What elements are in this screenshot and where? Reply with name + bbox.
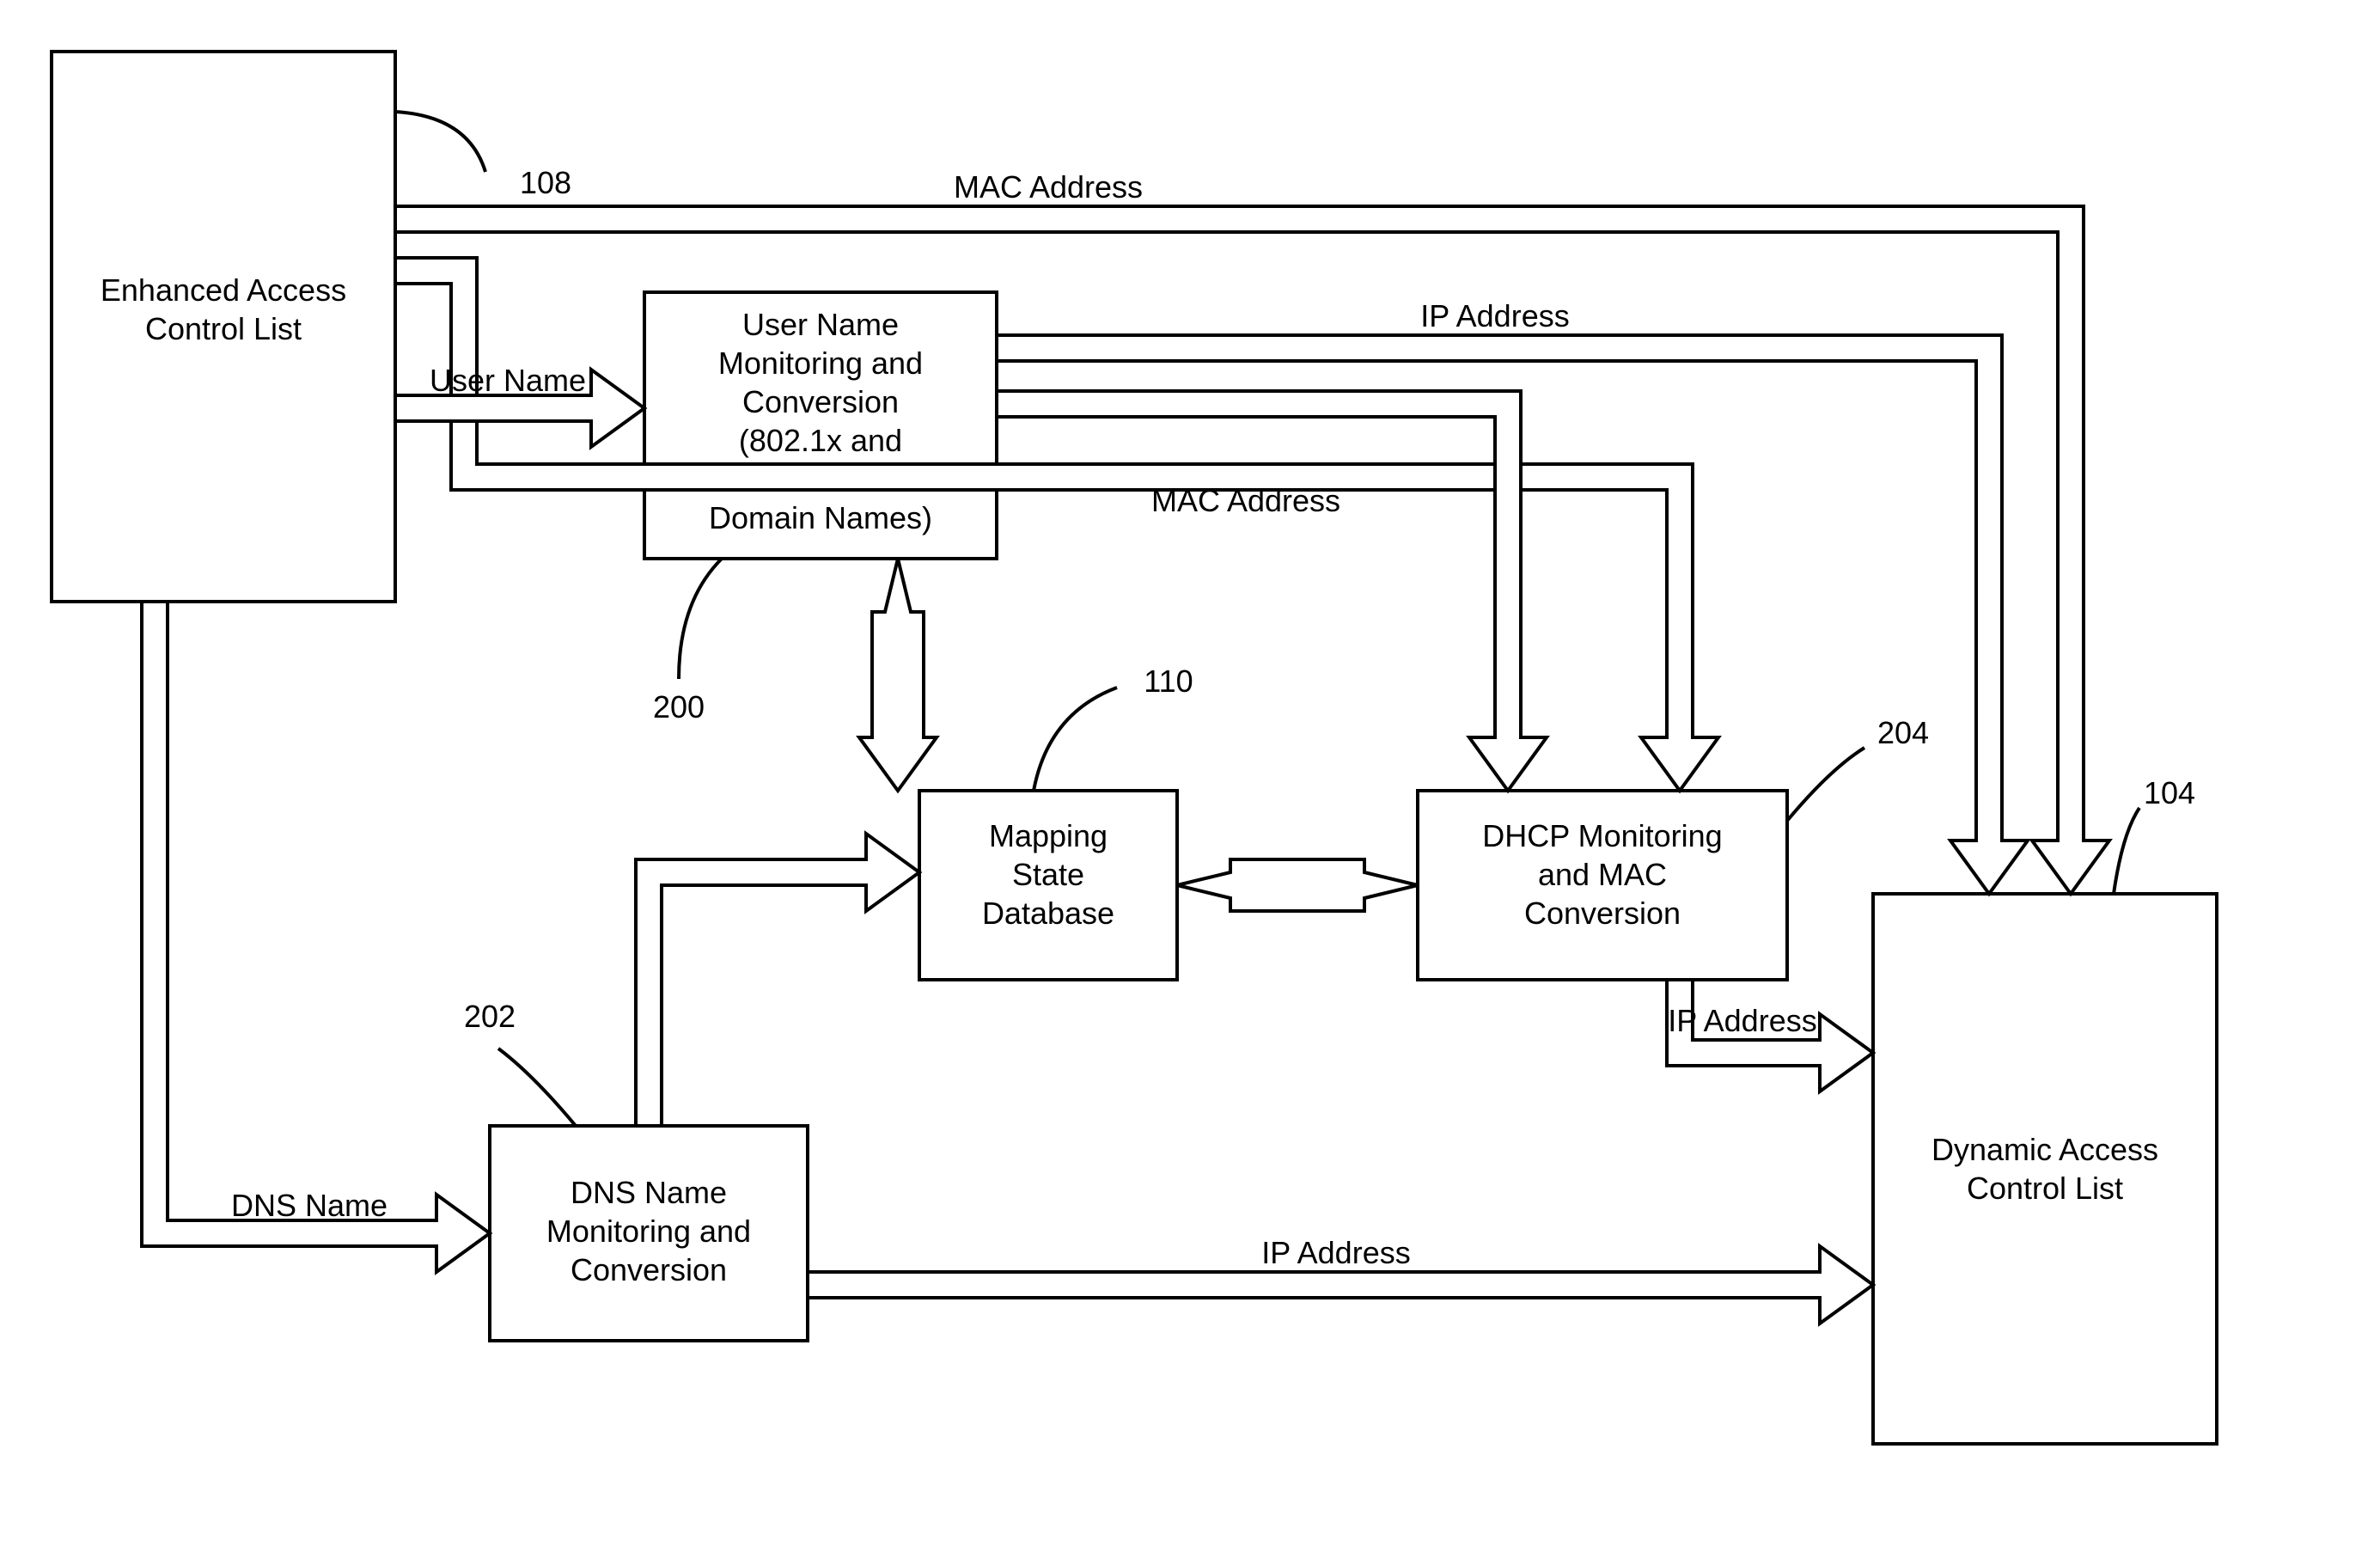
username-conv-l1: User Name (742, 307, 899, 342)
ref-204-text: 204 (1877, 715, 1929, 750)
mapping-l1: Mapping (989, 818, 1108, 853)
enhanced-access-control-list-box: Enhanced Access Control List (52, 52, 395, 602)
label-ip-top: IP Address (1420, 298, 1569, 333)
username-conv-l6: Domain Names) (709, 500, 932, 535)
ref-202-text: 202 (464, 999, 516, 1034)
username-conv-l4: (802.1x and (739, 423, 902, 458)
username-conv-l3: Conversion (742, 384, 899, 419)
dhcp-conv-l1: DHCP Monitoring (1482, 818, 1722, 853)
label-ip-dhcp: IP Address (1668, 1003, 1816, 1038)
mapping-state-database-box: Mapping State Database (919, 791, 1177, 980)
dacl-l1: Dynamic Access (1931, 1132, 2158, 1167)
arrow-usernameconv-mapping (859, 559, 937, 791)
username-conv-l2: Monitoring and (718, 345, 923, 381)
label-ip-bottom: IP Address (1261, 1235, 1410, 1270)
ref-200-text: 200 (653, 689, 705, 724)
label-dns-name: DNS Name (231, 1188, 388, 1223)
dhcp-conversion-box: DHCP Monitoring and MAC Conversion (1418, 791, 1787, 980)
dhcp-conv-l3: Conversion (1524, 896, 1681, 931)
arrow-dns-to-mapping (636, 834, 919, 1126)
ref-104: 104 (2114, 775, 2195, 894)
eacl-label-2: Control List (145, 311, 302, 346)
ref-202: 202 (464, 999, 576, 1126)
arrow-mapping-dhcp (1177, 859, 1418, 911)
ref-104-text: 104 (2144, 775, 2195, 810)
dhcp-conv-l2: and MAC (1538, 857, 1667, 892)
label-mac-mid: MAC Address (1151, 483, 1340, 518)
ref-108-text: 108 (520, 165, 571, 200)
mapping-l3: Database (982, 896, 1114, 931)
ref-108: 108 (395, 112, 571, 200)
eacl-label-1: Enhanced Access (101, 272, 346, 308)
arrow-mac-from-usernameconv-to-dhcp (997, 391, 1547, 791)
ref-110-text: 110 (1144, 663, 1193, 699)
dns-conv-l2: Monitoring and (546, 1214, 751, 1249)
dns-name-conversion-box: DNS Name Monitoring and Conversion (490, 1126, 808, 1341)
arrow-dns-name (142, 602, 490, 1272)
ref-204: 204 (1787, 715, 1929, 821)
dns-conv-l3: Conversion (571, 1252, 727, 1287)
dacl-l2: Control List (1967, 1171, 2123, 1206)
mapping-l2: State (1012, 857, 1084, 892)
username-conversion-box: User Name Monitoring and Conversion (802… (644, 292, 997, 559)
ref-200: 200 (653, 559, 722, 724)
dynamic-access-control-list-box: Dynamic Access Control List (1873, 894, 2217, 1444)
dns-conv-l1: DNS Name (571, 1175, 727, 1210)
ref-110: 110 (1034, 663, 1193, 791)
label-mac-top: MAC Address (954, 169, 1143, 205)
label-user-name: User Name (430, 363, 586, 398)
